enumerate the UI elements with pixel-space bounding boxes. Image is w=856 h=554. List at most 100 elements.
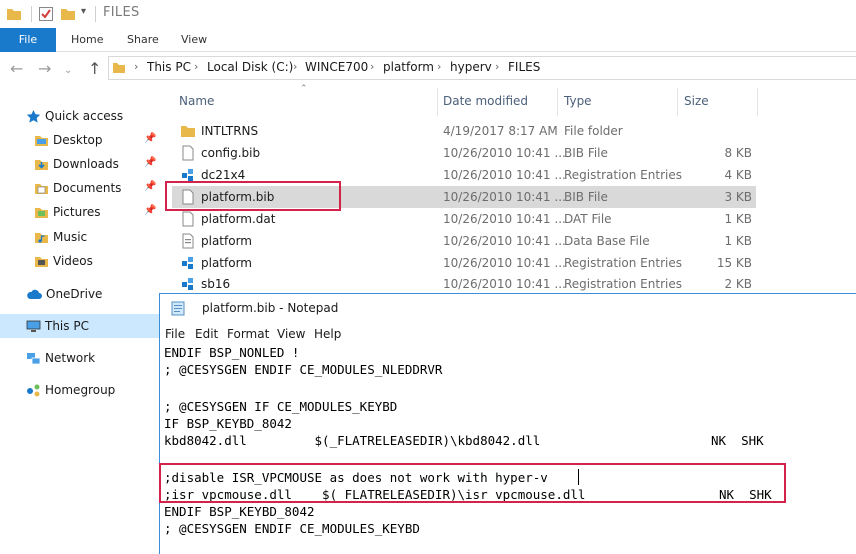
network-icon — [27, 352, 41, 364]
pin-icon[interactable]: 📌 — [144, 133, 156, 144]
customize-quick-access-icon[interactable]: ▾ — [81, 6, 86, 17]
file-type: DAT File — [564, 212, 612, 226]
sidebar-item-label: Documents — [53, 181, 122, 195]
sidebar-item-network[interactable]: Network — [26, 347, 95, 369]
ribbon: File Home Share View — [0, 28, 856, 52]
sidebar-item-music[interactable]: Music — [34, 226, 87, 248]
highlight-box — [165, 181, 341, 211]
file-type: Registration Entries — [564, 277, 682, 291]
file-size: 3 KB — [724, 190, 752, 204]
registry-icon — [182, 257, 193, 269]
code-line: IF BSP_KEYBD_8042 — [164, 416, 292, 431]
menu-view[interactable]: View — [277, 327, 305, 341]
database-file-icon — [182, 233, 194, 249]
file-type: Registration Entries — [564, 256, 682, 270]
column-divider[interactable] — [557, 88, 558, 116]
breadcrumb-item[interactable]: WINCE700 — [305, 60, 368, 74]
sidebar-item-this-pc[interactable]: This PC — [26, 315, 89, 337]
file-size: 1 KB — [724, 234, 752, 248]
sidebar-item-label: Downloads — [53, 157, 119, 171]
code-line: ; @CESYSGEN ENDIF CE_MODULES_KEYBD — [164, 521, 420, 536]
notepad-title-bar[interactable]: platform.bib - Notepad — [160, 294, 856, 323]
up-arrow-icon[interactable]: ↑ — [88, 61, 101, 77]
pin-icon[interactable]: 📌 — [144, 157, 156, 168]
file-name: INTLTRNS — [201, 124, 259, 138]
file-name: platform — [201, 256, 252, 270]
sort-ascending-icon: ⌃ — [300, 84, 308, 94]
file-size: 8 KB — [724, 146, 752, 160]
code-line: ENDIF BSP_NONLED ! — [164, 345, 300, 360]
breadcrumb-separator-icon: › — [437, 60, 442, 73]
table-row[interactable]: platform 10/26/2010 10:41 ... Registrati… — [172, 252, 756, 274]
sidebar-item-quick-access[interactable]: Quick access — [26, 105, 123, 127]
breadcrumb-separator-icon: › — [194, 60, 199, 73]
tab-file[interactable]: File — [0, 28, 56, 52]
file-size: 1 KB — [724, 212, 752, 226]
menu-help[interactable]: Help — [314, 327, 341, 341]
sidebar-item-desktop[interactable]: Desktop — [34, 129, 103, 151]
column-divider[interactable] — [677, 88, 678, 116]
sidebar-item-homegroup[interactable]: Homegroup — [26, 379, 115, 401]
column-divider[interactable] — [437, 88, 438, 116]
code-line: ENDIF BSP_KEYBD_8042 — [164, 504, 315, 519]
recent-locations-icon[interactable]: ⌄ — [64, 63, 72, 79]
new-folder-icon[interactable] — [60, 6, 76, 22]
pin-icon[interactable]: 📌 — [144, 205, 156, 216]
breadcrumb-item[interactable]: hyperv — [450, 60, 492, 74]
file-date: 10/26/2010 10:41 ... — [443, 212, 566, 226]
properties-icon[interactable] — [38, 6, 54, 22]
pictures-icon — [35, 207, 48, 218]
code-line: ; @CESYSGEN IF CE_MODULES_KEYBD — [164, 399, 398, 414]
menu-edit[interactable]: Edit — [195, 327, 218, 341]
table-row[interactable]: platform 10/26/2010 10:41 ... Data Base … — [172, 230, 756, 252]
column-header-date[interactable]: Date modified — [443, 92, 528, 112]
breadcrumb-item[interactable]: platform — [383, 60, 434, 74]
breadcrumb-item[interactable]: Local Disk (C:) — [207, 60, 293, 74]
tab-home[interactable]: Home — [71, 28, 103, 52]
file-date: 10/26/2010 10:41 ... — [443, 234, 566, 248]
sidebar-item-downloads[interactable]: Downloads — [34, 153, 119, 175]
sidebar-item-videos[interactable]: Videos — [34, 250, 93, 272]
breadcrumb-separator-icon: › — [134, 60, 139, 73]
downloads-icon — [35, 159, 48, 170]
breadcrumb-item[interactable]: FILES — [508, 60, 540, 74]
sidebar-item-documents[interactable]: Documents — [34, 177, 121, 199]
divider — [31, 6, 32, 22]
folder-desktop-icon — [35, 135, 48, 146]
sidebar-item-onedrive[interactable]: OneDrive — [26, 283, 102, 305]
pin-icon[interactable]: 📌 — [144, 181, 156, 192]
table-row[interactable]: INTLTRNS 4/19/2017 8:17 AM File folder — [172, 120, 756, 142]
breadcrumb-separator-icon: › — [370, 60, 375, 73]
code-line: kbd8042.dll $(_FLATRELEASEDIR)\kbd8042.d… — [164, 433, 541, 448]
column-header-type[interactable]: Type — [564, 92, 592, 112]
forward-arrow-icon[interactable]: → — [38, 61, 51, 77]
breadcrumb-separator-icon: › — [495, 60, 500, 73]
table-row[interactable]: sb16 10/26/2010 10:41 ... Registration E… — [172, 273, 756, 295]
column-header-size[interactable]: Size — [684, 92, 709, 112]
file-icon — [182, 145, 194, 161]
notepad-icon — [171, 301, 185, 316]
folder-icon — [113, 63, 125, 73]
file-name: config.bib — [201, 146, 261, 160]
column-divider[interactable] — [757, 88, 758, 116]
file-date: 10/26/2010 10:41 ... — [443, 146, 566, 160]
file-icon — [182, 211, 194, 227]
table-row[interactable]: platform.dat 10/26/2010 10:41 ... DAT Fi… — [172, 208, 756, 230]
breadcrumb-item[interactable]: This PC — [147, 60, 191, 74]
table-row[interactable]: config.bib 10/26/2010 10:41 ... BIB File… — [172, 142, 756, 164]
sidebar-item-pictures[interactable]: Pictures — [34, 201, 101, 223]
sidebar-item-label: Music — [53, 230, 88, 244]
file-type: File folder — [564, 124, 623, 138]
window-title: FILES — [103, 5, 140, 20]
menu-file[interactable]: File — [165, 327, 185, 341]
sidebar-item-label: OneDrive — [46, 287, 103, 301]
tab-share[interactable]: Share — [127, 28, 159, 52]
back-arrow-icon[interactable]: ← — [10, 61, 23, 77]
highlight-box — [159, 463, 786, 503]
tab-view[interactable]: View — [181, 28, 207, 52]
file-type: BIB File — [564, 146, 608, 160]
breadcrumb-separator-icon: › — [293, 60, 298, 73]
column-header-name[interactable]: Name — [179, 92, 214, 112]
menu-format[interactable]: Format — [227, 327, 269, 341]
file-name: sb16 — [201, 277, 231, 291]
